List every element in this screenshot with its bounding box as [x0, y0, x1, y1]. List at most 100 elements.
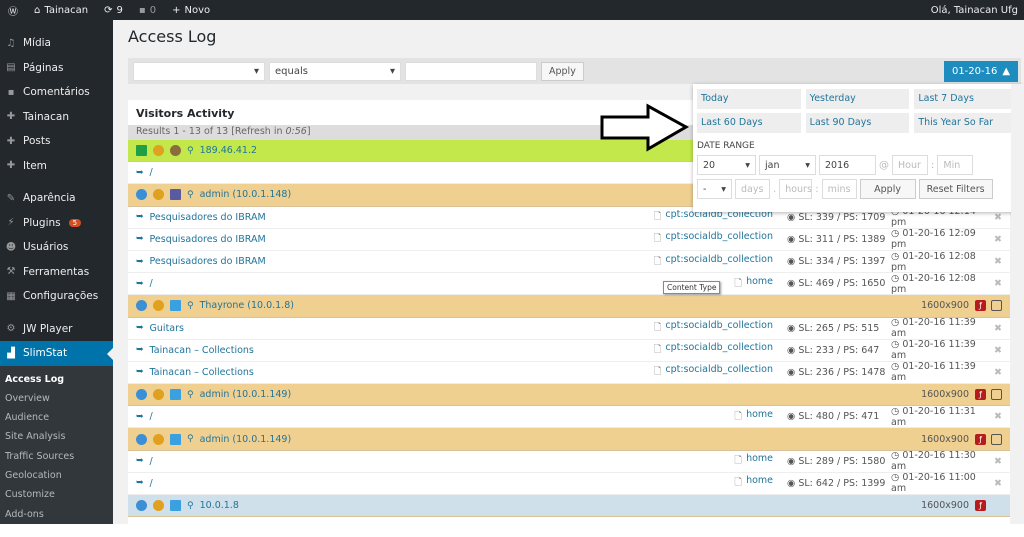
visitor-link[interactable]: admin (10.0.1.148) — [200, 189, 292, 200]
sidebar-item-item[interactable]: ✚ Item — [0, 154, 113, 179]
hours-input[interactable]: hours — [779, 179, 813, 199]
date-preset-button[interactable]: Yesterday — [805, 89, 910, 109]
filter-value-input[interactable] — [405, 61, 537, 81]
site-link[interactable]: ⌂ Tainacan — [26, 5, 96, 16]
sidebar-item-slimstat[interactable]: ▟ SlimStat — [0, 341, 113, 366]
month-select[interactable]: jan ▾ — [759, 155, 816, 175]
delete-icon[interactable]: ✖ — [992, 256, 1002, 267]
content-type-link[interactable]: cpt:socialdb_collection — [665, 320, 773, 336]
edit-icon[interactable] — [991, 389, 1002, 401]
content-type-link[interactable]: home — [746, 276, 773, 292]
submenu-item[interactable]: Customize — [0, 485, 113, 504]
pageview-arrow-icon: ➥ — [136, 456, 144, 467]
date-filter-button[interactable]: 01-20-16 ▲ — [944, 61, 1018, 82]
wordpress-logo-icon[interactable]: Ⓦ — [0, 3, 26, 18]
content-type-link[interactable]: home — [746, 409, 773, 425]
visitor-link[interactable]: 189.46.41.2 — [200, 145, 257, 156]
date-preset-button[interactable]: This Year So Far — [914, 113, 1018, 133]
delete-icon[interactable]: ✖ — [992, 478, 1002, 489]
page-link[interactable]: Pesquisadores do IBRAM — [150, 234, 266, 245]
sidebar-item-mídia[interactable]: ♫ Mídia — [0, 31, 113, 56]
location-pin-icon: ⚲ — [187, 189, 194, 200]
reset-filters-button[interactable]: Reset Filters — [918, 179, 993, 199]
scrollbar[interactable] — [1011, 84, 1024, 524]
sidebar-item-plugins[interactable]: ⚡ Plugins 5 — [0, 211, 113, 236]
user-greeting[interactable]: Olá, Tainacan Ufg — [923, 5, 1024, 16]
page-link[interactable]: / — [150, 167, 153, 178]
filter-operator-select[interactable]: equals ▾ — [269, 61, 401, 81]
updates-link[interactable]: ⟳ 9 — [96, 5, 131, 16]
page-link[interactable]: Tainacan – Collections — [150, 345, 254, 356]
hour-input[interactable]: Hour — [892, 155, 928, 175]
page-link[interactable]: Guitars — [150, 323, 184, 334]
page-link[interactable]: Pesquisadores do IBRAM — [150, 256, 266, 267]
submenu-item[interactable]: Geolocation — [0, 466, 113, 485]
content-type-link[interactable]: cpt:socialdb_collection — [665, 342, 773, 358]
year-input[interactable]: 2016 — [819, 155, 876, 175]
document-icon: 🗋 — [734, 410, 743, 422]
submenu-item[interactable]: Add-ons — [0, 505, 113, 524]
filter-field-select[interactable]: ▾ — [133, 61, 265, 81]
submenu-item[interactable]: Overview — [0, 389, 113, 408]
content-type-link[interactable]: cpt:socialdb_collection — [665, 254, 773, 270]
page-link[interactable]: Pesquisadores do IBRAM — [150, 212, 266, 223]
page-link[interactable]: / — [150, 278, 153, 289]
filter-apply-button[interactable]: Apply — [541, 61, 584, 81]
content-type-link[interactable]: home — [746, 453, 773, 469]
page-link[interactable]: / — [150, 456, 153, 467]
sidebar-item-ferramentas[interactable]: ⚒ Ferramentas — [0, 260, 113, 285]
pageview-arrow-icon: ➥ — [136, 411, 144, 422]
globe-icon — [136, 300, 147, 312]
delete-icon[interactable]: ✖ — [992, 345, 1002, 356]
days-input[interactable]: days — [735, 179, 770, 199]
date-preset-button[interactable]: Today — [697, 89, 801, 109]
page-link[interactable]: / — [150, 411, 153, 422]
mins-input[interactable]: mins — [821, 179, 857, 199]
delete-icon[interactable]: ✖ — [992, 323, 1002, 334]
document-icon: 🗋 — [653, 322, 662, 334]
sign-select[interactable]: - ▾ — [697, 179, 732, 199]
submenu-item[interactable]: Traffic Sources — [0, 447, 113, 466]
delete-icon[interactable]: ✖ — [992, 367, 1002, 378]
sidebar-item-páginas[interactable]: ▤ Páginas — [0, 56, 113, 81]
filter-bar: ▾ equals ▾ Apply 01-20-16 ▲ — [128, 58, 1021, 84]
sidebar-item-aparência[interactable]: ✎ Aparência — [0, 186, 113, 211]
submenu-item[interactable]: Audience — [0, 408, 113, 427]
delete-icon[interactable]: ✖ — [992, 411, 1002, 422]
minute-input[interactable]: Min — [937, 155, 974, 175]
edit-icon[interactable] — [991, 300, 1002, 312]
sidebar-item-posts[interactable]: ✚ Posts — [0, 129, 113, 154]
windows-icon — [170, 300, 181, 312]
delete-icon[interactable]: ✖ — [992, 456, 1002, 467]
sidebar-item-jw-player[interactable]: ⚙ JW Player — [0, 317, 113, 342]
sidebar-item-comentários[interactable]: ▪ Comentários — [0, 80, 113, 105]
visitor-link[interactable]: Thayrone (10.0.1.8) — [200, 300, 294, 311]
delete-icon[interactable]: ✖ — [992, 234, 1002, 245]
content-type-link[interactable]: home — [746, 475, 773, 491]
visitor-link[interactable]: admin (10.0.1.149) — [200, 434, 292, 445]
edit-icon[interactable] — [991, 433, 1002, 445]
content-type-link[interactable]: cpt:socialdb_collection — [665, 364, 773, 380]
date-preset-button[interactable]: Last 90 Days — [805, 113, 910, 133]
visitor-link[interactable]: admin (10.0.1.149) — [200, 389, 292, 400]
page-link[interactable]: Tainacan – Collections — [150, 367, 254, 378]
linux-icon — [170, 189, 181, 201]
date-apply-button[interactable]: Apply — [859, 179, 916, 199]
comments-link[interactable]: ▪ 0 — [131, 5, 164, 16]
globe-icon — [136, 433, 147, 445]
submenu-item[interactable]: Site Analysis — [0, 427, 113, 446]
sidebar-item-tainacan[interactable]: ✚ Tainacan — [0, 105, 113, 130]
date-preset-button[interactable]: Last 60 Days — [697, 113, 801, 133]
delete-icon[interactable]: ✖ — [992, 278, 1002, 289]
clock-icon: ◷ — [891, 450, 900, 462]
new-link[interactable]: + Novo — [164, 5, 218, 16]
delete-icon[interactable]: ✖ — [992, 212, 1002, 223]
sidebar-item-configurações[interactable]: ▦ Configurações — [0, 284, 113, 309]
day-select[interactable]: 20 ▾ — [697, 155, 756, 175]
date-preset-button[interactable]: Last 7 Days — [914, 89, 1018, 109]
page-link[interactable]: / — [150, 478, 153, 489]
visitor-link[interactable]: 10.0.1.8 — [200, 500, 239, 511]
sidebar-item-usuários[interactable]: ☻ Usuários — [0, 235, 113, 260]
content-type-link[interactable]: cpt:socialdb_collection — [665, 231, 773, 247]
submenu-item[interactable]: Access Log — [0, 370, 113, 389]
